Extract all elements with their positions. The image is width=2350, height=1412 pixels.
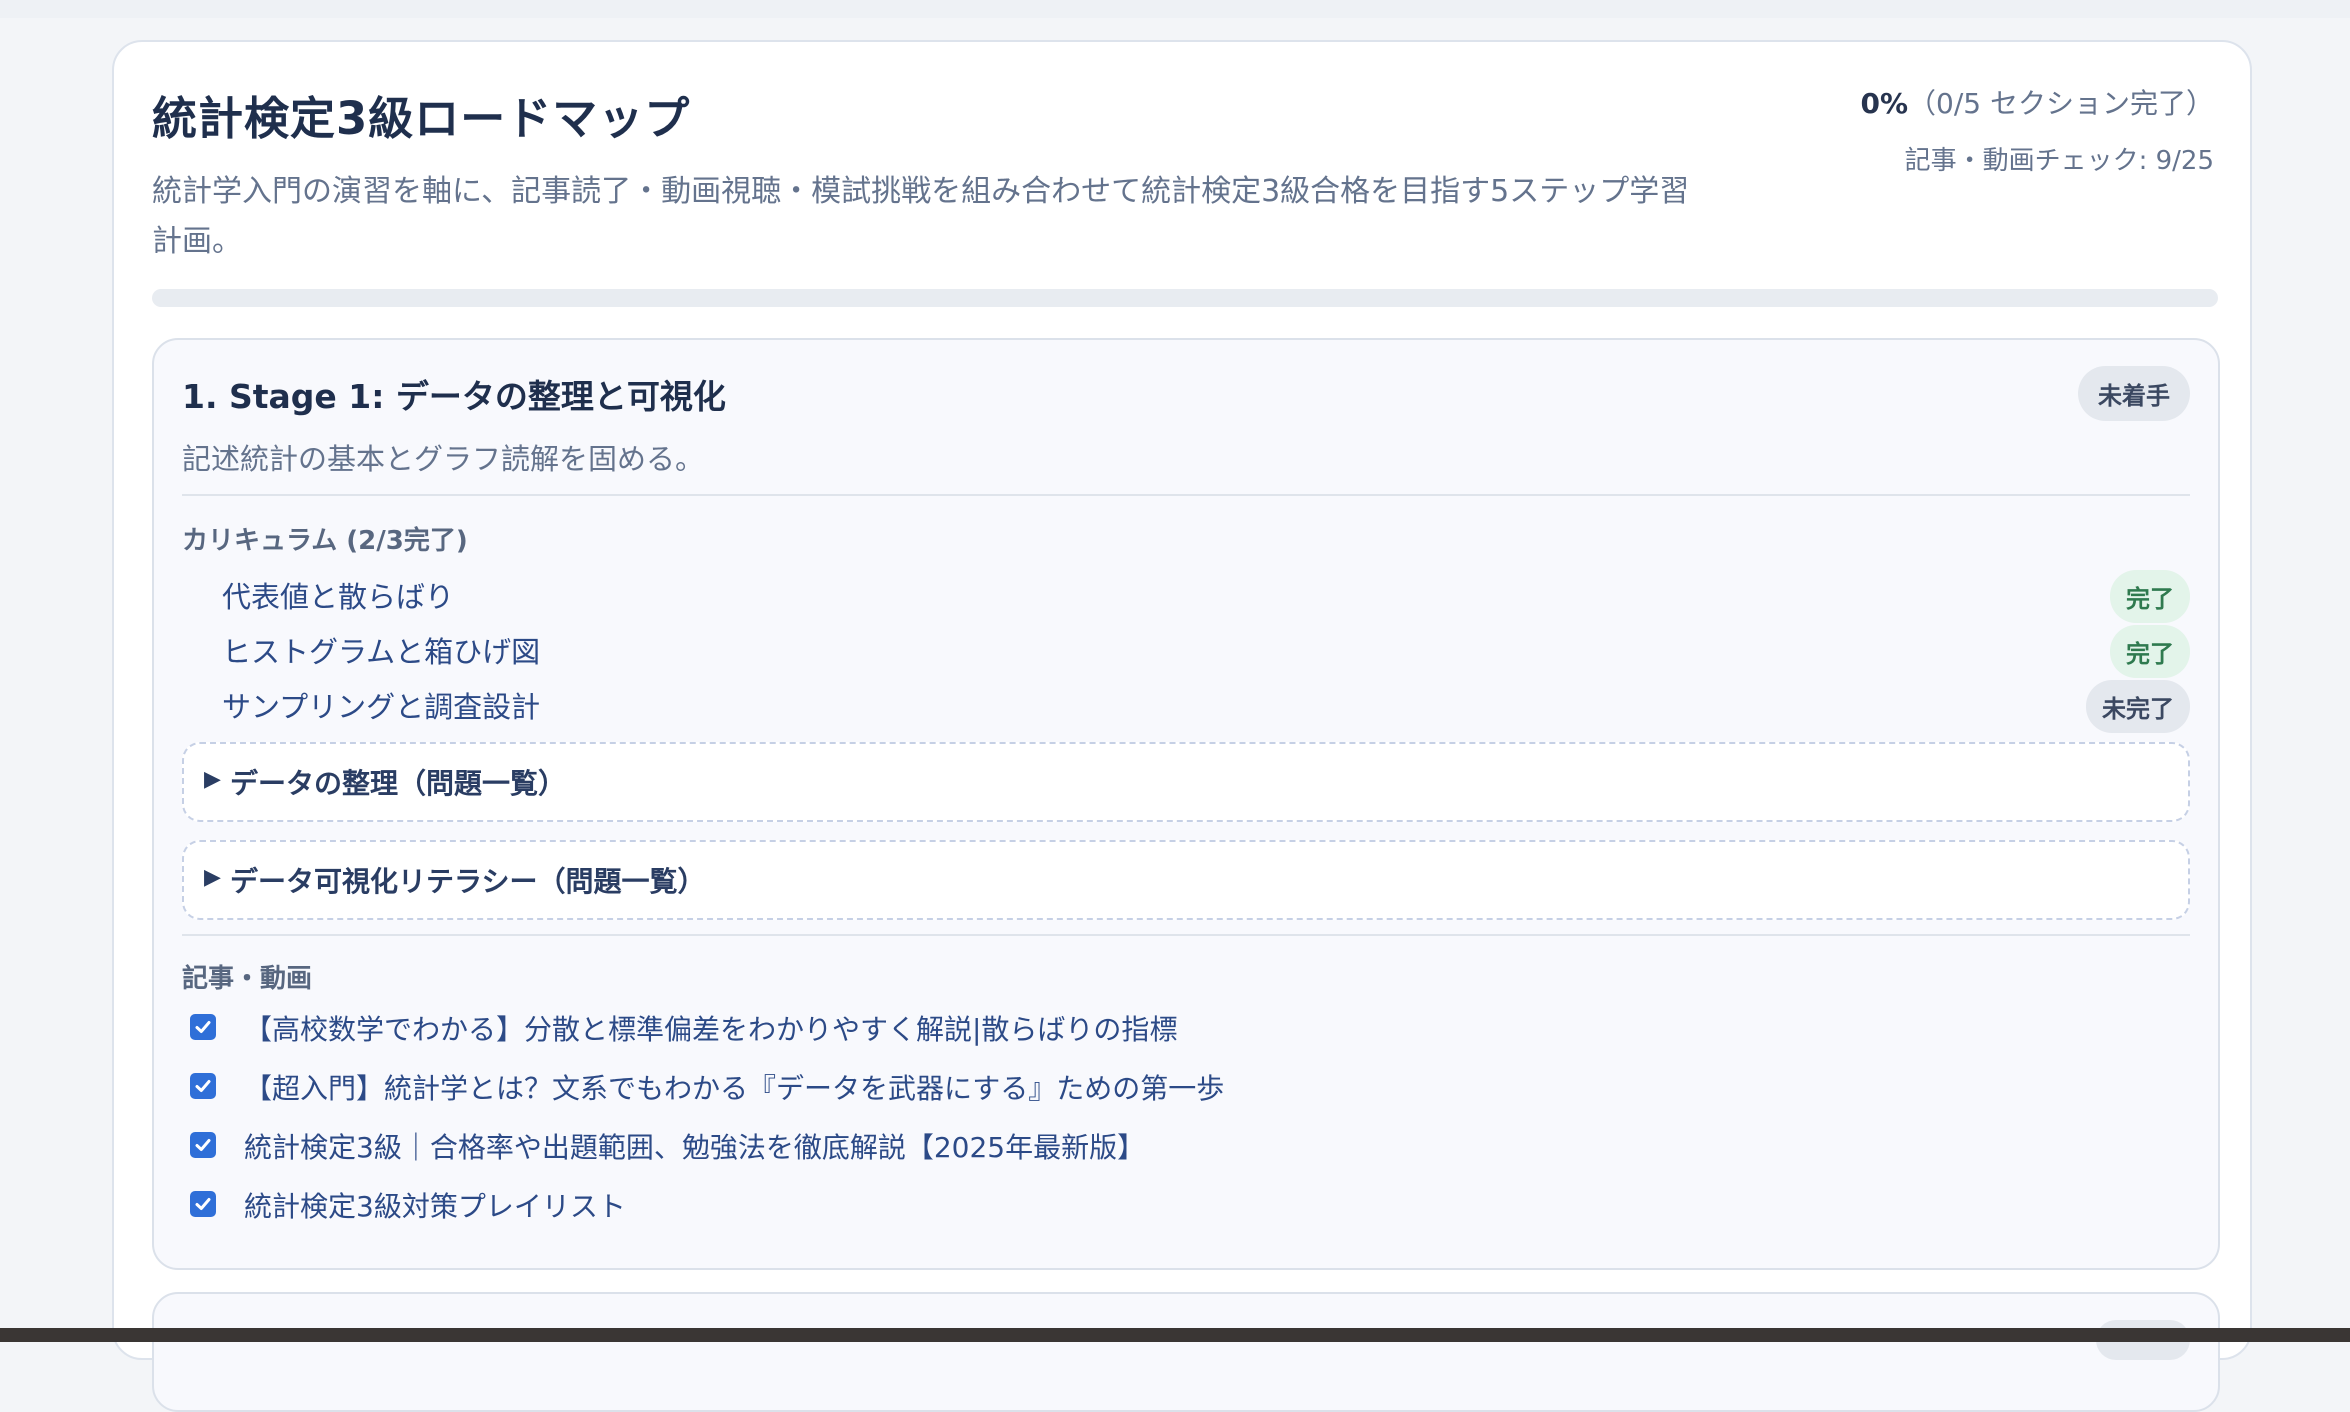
stage-card-2	[152, 1292, 2220, 1412]
window-bottom-strip	[0, 1328, 2350, 1342]
problem-set-label: データの整理（問題一覧）	[230, 767, 567, 800]
problem-set-label: データ可視化リテラシー（問題一覧）	[230, 865, 706, 898]
progress-line: 0%（0/5 セクション完了）	[1860, 82, 2214, 122]
curriculum-item-label: 代表値と散らばり	[222, 580, 455, 614]
problem-set-toggle[interactable]: ▶ データの整理（問題一覧）	[182, 742, 2190, 822]
checkbox-checked-icon[interactable]	[190, 1191, 216, 1217]
curriculum-status-badge: 完了	[2110, 570, 2190, 623]
media-item: 【超入門】統計学とは？文系でもわかる『データを武器にする』ための第一歩	[190, 1065, 2190, 1109]
window-top-edge	[0, 0, 2350, 18]
stage-card-1: 1. Stage 1: データの整理と可視化 未着手 記述統計の基本とグラフ読解…	[152, 338, 2220, 1270]
curriculum-item-label: ヒストグラムと箱ひげ図	[222, 635, 541, 669]
stage-title: 1. Stage 1: データの整理と可視化	[182, 377, 726, 416]
media-item-label: 統計検定3級｜合格率や出題範囲、勉強法を徹底解説【2025年最新版】	[244, 1131, 1146, 1164]
curriculum-status-badge: 未完了	[2086, 680, 2190, 733]
problem-set-toggle[interactable]: ▶ データ可視化リテラシー（問題一覧）	[182, 840, 2190, 920]
curriculum-item-label: サンプリングと調査設計	[222, 690, 541, 724]
media-item-label: 【高校数学でわかる】分散と標準偏差をわかりやすく解説|散らばりの指標	[244, 1013, 1178, 1046]
checkbox-checked-icon[interactable]	[190, 1014, 216, 1040]
divider	[182, 494, 2190, 496]
roadmap-panel: 統計検定3級ロードマップ 統計学入門の演習を軸に、記事読了・動画視聴・模試挑戦を…	[112, 40, 2252, 1412]
media-heading: 記事・動画	[182, 964, 313, 994]
stage-status-badge: 未着手	[2078, 366, 2190, 421]
curriculum-status-badge: 完了	[2110, 625, 2190, 678]
curriculum-heading: カリキュラム (2/3完了)	[182, 526, 468, 556]
collapsed-arrow-icon: ▶	[204, 865, 221, 890]
check-summary: 記事・動画チェック: 9/25	[1904, 146, 2214, 176]
checkbox-checked-icon[interactable]	[190, 1132, 216, 1158]
progress-summary: 0%（0/5 セクション完了） 記事・動画チェック: 9/25	[1860, 82, 2214, 177]
stage-description: 記述統計の基本とグラフ読解を固める。	[182, 442, 705, 476]
curriculum-item: ヒストグラムと箱ひげ図 完了	[222, 625, 2190, 678]
media-item-label: 【超入門】統計学とは？文系でもわかる『データを武器にする』ための第一歩	[244, 1072, 1225, 1105]
divider	[182, 934, 2190, 936]
media-item-label: 統計検定3級対策プレイリスト	[244, 1190, 626, 1223]
progress-detail: （0/5 セクション完了）	[1908, 87, 2214, 120]
curriculum-item: 代表値と散らばり 完了	[222, 570, 2190, 623]
progress-percent: 0%	[1860, 87, 1909, 120]
collapsed-arrow-icon: ▶	[204, 767, 221, 792]
media-item: 【高校数学でわかる】分散と標準偏差をわかりやすく解説|散らばりの指標	[190, 1006, 2190, 1050]
media-item: 統計検定3級｜合格率や出題範囲、勉強法を徹底解説【2025年最新版】	[190, 1124, 2190, 1168]
curriculum-item: サンプリングと調査設計 未完了	[222, 680, 2190, 733]
page-description: 統計学入門の演習を軸に、記事読了・動画視聴・模試挑戦を組み合わせて統計検定3級合…	[152, 174, 1690, 259]
page-title: 統計検定3級ロードマップ	[152, 92, 691, 145]
media-item: 統計検定3級対策プレイリスト	[190, 1183, 2190, 1227]
progress-bar	[152, 289, 2218, 307]
checkbox-checked-icon[interactable]	[190, 1073, 216, 1099]
